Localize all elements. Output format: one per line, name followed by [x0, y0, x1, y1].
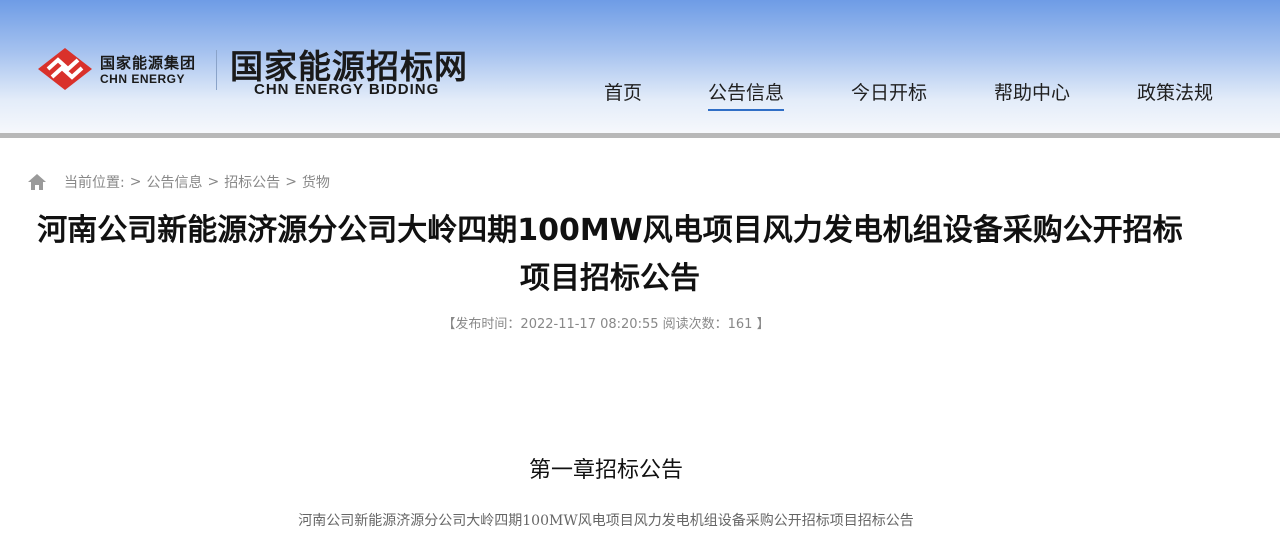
breadcrumb-item-tender-notices[interactable]: 招标公告: [224, 172, 280, 192]
main-nav: 首页 公告信息 今日开标 帮助中心 政策法规: [0, 78, 1280, 111]
nav-item-policies[interactable]: 政策法规: [1137, 78, 1213, 105]
breadcrumb-separator: >: [207, 174, 220, 190]
nav-item-today-opening[interactable]: 今日开标: [851, 78, 927, 105]
article-meta: 【发布时间：2022-11-17 08:20:55 阅读次数：161 】: [442, 317, 770, 332]
nav-item-announcements[interactable]: 公告信息: [708, 78, 785, 111]
company-name-cn: 国家能源集团: [100, 54, 197, 72]
header-border: [0, 133, 1280, 138]
breadcrumb-separator: >: [129, 174, 142, 190]
site-header: 国家能源集团 CHN ENERGY 国家能源招标网 CHN ENERGY BID…: [0, 0, 1280, 133]
nav-item-help-center[interactable]: 帮助中心: [994, 78, 1070, 105]
article-paragraph: 河南公司新能源济源分公司大岭四期100MW风电项目风力发电机组设备采购公开招标项…: [298, 513, 914, 529]
chapter-heading: 第一章招标公告: [528, 458, 683, 483]
breadcrumb-prefix: 当前位置:: [64, 175, 125, 191]
nav-item-home[interactable]: 首页: [604, 78, 642, 105]
breadcrumb-item-announcements[interactable]: 公告信息: [146, 172, 202, 192]
breadcrumb: 当前位置: > 公告信息 > 招标公告 > 货物: [27, 172, 330, 192]
article-title: 河南公司新能源济源分公司大岭四期100MW风电项目风力发电机组设备采购公开招标项…: [37, 213, 1183, 296]
breadcrumb-separator: >: [285, 174, 297, 190]
breadcrumb-item-goods[interactable]: 货物: [302, 172, 330, 192]
home-icon[interactable]: [27, 173, 47, 191]
